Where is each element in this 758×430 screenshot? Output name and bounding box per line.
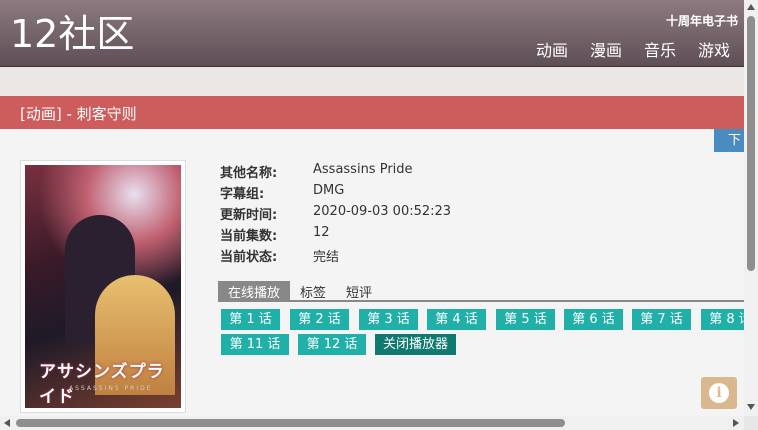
info-value: DMG [313, 183, 345, 198]
horizontal-scrollbar[interactable] [0, 416, 744, 430]
episode-list: 第 1 话 第 2 话 第 3 话 第 4 话 第 5 话 第 6 话 第 7 … [221, 309, 744, 359]
info-value: Assassins Pride [313, 162, 413, 177]
episode-button[interactable]: 第 8 话 [701, 309, 744, 330]
close-player-button[interactable]: 关闭播放器 [375, 334, 456, 355]
scroll-left-arrow-icon[interactable] [4, 419, 10, 427]
info-icon: i [709, 383, 729, 403]
poster-frame: アサシンズプライド ASSASSINS PRIDE [20, 160, 186, 413]
poster-logo-text: アサシンズプライド [39, 362, 165, 407]
episode-button[interactable]: 第 6 话 [564, 309, 623, 330]
episode-button[interactable]: 第 3 话 [359, 309, 418, 330]
tenth-anniversary-ebook-link[interactable]: 十周年电子书 [666, 12, 738, 29]
info-label: 其他名称: [220, 166, 278, 181]
vertical-scrollbar[interactable] [744, 0, 758, 416]
info-row: 当前状态: 完结 [220, 246, 451, 267]
anime-info: 其他名称: Assassins Pride 字幕组: DMG 更新时间: 202… [220, 162, 451, 267]
tab-online-play[interactable]: 在线播放 [218, 281, 291, 301]
info-label: 当前集数: [220, 229, 278, 244]
info-row: 更新时间: 2020-09-03 00:52:23 [220, 204, 451, 225]
download-button[interactable]: 下 [714, 129, 744, 152]
page-title: [动画] - 刺客守则 [20, 105, 137, 123]
anime-poster: アサシンズプライド ASSASSINS PRIDE [25, 165, 181, 408]
nav-music[interactable]: 音乐 [644, 37, 676, 61]
scroll-right-arrow-icon[interactable] [733, 419, 739, 427]
episode-button[interactable]: 第 7 话 [632, 309, 691, 330]
scroll-up-arrow-icon[interactable] [747, 4, 755, 10]
episode-button[interactable]: 第 1 话 [221, 309, 280, 330]
scroll-down-arrow-icon[interactable] [747, 404, 755, 410]
header-spacer [0, 67, 744, 96]
site-header: 12社区 十周年电子书 动画 漫画 音乐 游戏 [0, 0, 744, 67]
horizontal-scroll-thumb[interactable] [16, 419, 565, 427]
info-value: 完结 [313, 250, 340, 265]
info-value: 12 [313, 225, 330, 240]
vertical-scroll-thumb[interactable] [747, 16, 755, 271]
info-button[interactable]: i [701, 377, 737, 409]
info-value: 2020-09-03 00:52:23 [313, 204, 452, 219]
nav-anime[interactable]: 动画 [536, 37, 568, 61]
info-label: 当前状态: [220, 250, 278, 265]
tab-tags[interactable]: 标签 [290, 281, 336, 301]
info-label: 更新时间: [220, 208, 278, 223]
nav-manga[interactable]: 漫画 [590, 37, 622, 61]
content-tabs: 在线播放 标签 短评 [218, 281, 744, 302]
episode-button[interactable]: 第 5 话 [496, 309, 555, 330]
episode-button[interactable]: 第 4 话 [427, 309, 486, 330]
nav-games[interactable]: 游戏 [698, 37, 730, 61]
main-nav: 动画 漫画 音乐 游戏 [536, 37, 730, 61]
scrollbar-corner [744, 416, 758, 430]
episode-button[interactable]: 第 12 话 [298, 334, 366, 355]
episode-button[interactable]: 第 2 话 [290, 309, 349, 330]
episode-button[interactable]: 第 11 话 [221, 334, 289, 355]
page-title-bar: [动画] - 刺客守则 [0, 96, 744, 129]
site-logo[interactable]: 12社区 [10, 10, 134, 58]
poster-logo-subtitle: ASSASSINS PRIDE [69, 385, 153, 392]
info-row: 字幕组: DMG [220, 183, 451, 204]
info-label: 字幕组: [220, 187, 265, 202]
info-row: 其他名称: Assassins Pride [220, 162, 451, 183]
tab-short-reviews[interactable]: 短评 [336, 281, 382, 301]
info-row: 当前集数: 12 [220, 225, 451, 246]
